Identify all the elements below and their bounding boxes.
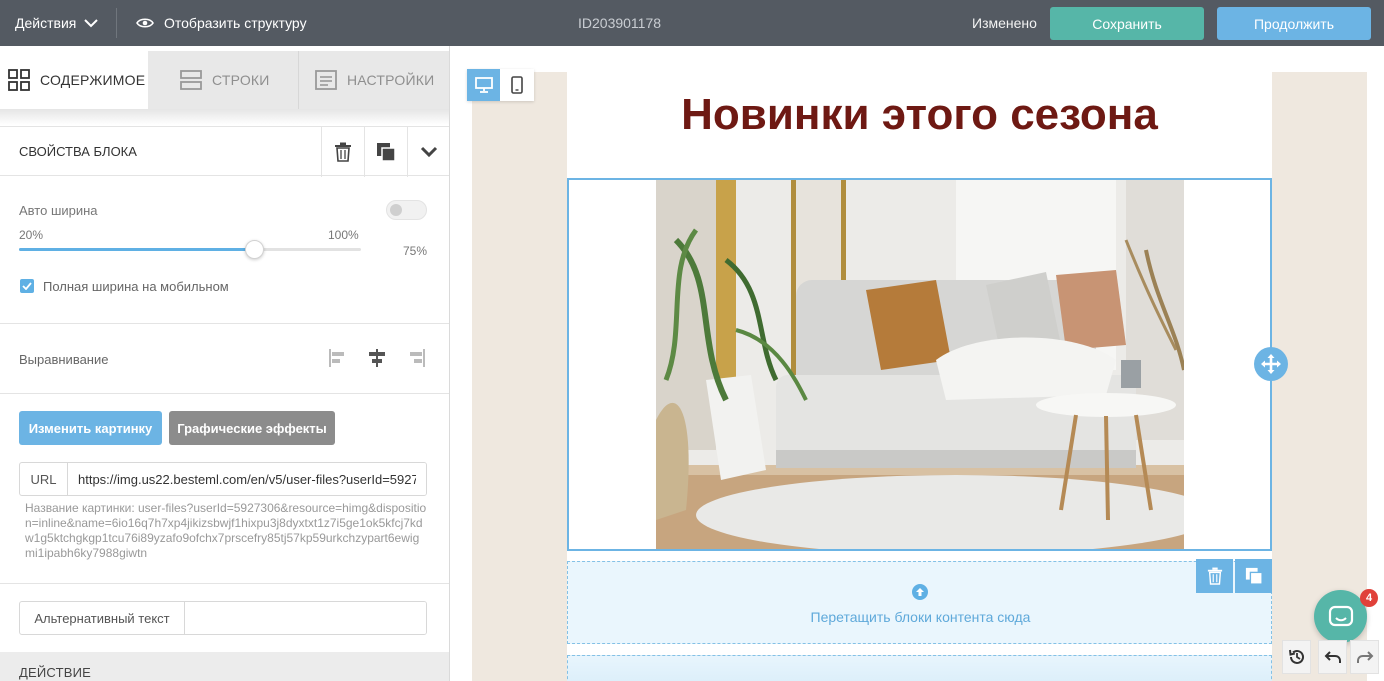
desktop-icon: [474, 77, 493, 93]
tabs-shadow: [0, 109, 449, 125]
undo-button[interactable]: [1318, 640, 1347, 674]
tab-settings[interactable]: НАСТРОЙКИ: [299, 51, 449, 109]
undo-icon: [1324, 651, 1341, 663]
redo-icon: [1356, 651, 1373, 663]
email-heading[interactable]: Новинки этого сезона: [567, 90, 1272, 140]
image-effects-button[interactable]: Графические эффекты: [169, 411, 335, 445]
save-status: Изменено: [972, 15, 1037, 31]
row-tools: [1196, 559, 1272, 593]
mobile-icon: [510, 76, 523, 94]
trash-icon: [335, 142, 351, 162]
check-icon: [22, 282, 32, 290]
toolbar-divider: [116, 8, 117, 38]
block-properties-title: СВОЙСТВА БЛОКА: [19, 144, 137, 159]
slider-value: 75%: [403, 244, 428, 258]
chevron-down-icon: [420, 146, 438, 158]
eye-icon: [136, 18, 154, 28]
delete-row-button[interactable]: [1196, 559, 1233, 593]
move-handle[interactable]: [1254, 347, 1288, 381]
duplicate-icon: [377, 143, 396, 162]
save-button[interactable]: Сохранить: [1050, 7, 1204, 40]
tab-settings-label: НАСТРОЙКИ: [347, 72, 435, 88]
move-arrows-icon: [1261, 354, 1281, 374]
image-block[interactable]: [567, 178, 1272, 551]
next-drop-zone[interactable]: [567, 655, 1272, 681]
auto-width-label: Авто ширина: [19, 203, 98, 218]
image-name-text: Название картинки: user-files?userId=592…: [25, 501, 427, 560]
alt-text-field: Альтернативный текст: [19, 601, 427, 635]
url-field: URL: [19, 462, 427, 496]
alt-text-input[interactable]: [185, 602, 426, 634]
delete-block-button[interactable]: [321, 127, 364, 177]
tab-rows-label: СТРОКИ: [212, 72, 270, 88]
slider-handle[interactable]: [245, 240, 264, 259]
email-body: Новинки этого сезона Перетащить блоки ко…: [567, 72, 1272, 681]
align-center-icon[interactable]: [366, 348, 388, 368]
mobile-view-button[interactable]: [500, 69, 533, 101]
align-right-icon[interactable]: [404, 348, 426, 368]
slider-fill: [19, 248, 254, 251]
slider-max-label: 100%: [328, 228, 359, 242]
history-button[interactable]: [1282, 640, 1311, 674]
duplicate-block-button[interactable]: [364, 127, 407, 177]
auto-width-toggle[interactable]: [386, 200, 427, 220]
section-divider: [0, 583, 449, 584]
alt-text-label: Альтернативный текст: [20, 602, 185, 634]
chat-notification-badge: 4: [1360, 589, 1378, 607]
tab-content-label: СОДЕРЖИМОЕ: [40, 72, 146, 88]
alignment-label: Выравнивание: [19, 352, 109, 367]
history-controls: [1282, 640, 1311, 674]
top-toolbar: Действия Отобразить структуру ID20390117…: [0, 0, 1384, 46]
history-icon: [1288, 649, 1304, 664]
properties-panel: СОДЕРЖИМОЕ СТРОКИ НАСТРОЙКИ СВОЙСТВА БЛО…: [0, 46, 450, 681]
alignment-options: [328, 348, 426, 368]
slider-min-label: 20%: [19, 228, 44, 242]
block-properties-header: СВОЙСТВА БЛОКА: [0, 126, 449, 177]
show-structure-button[interactable]: Отобразить структуру: [136, 0, 307, 46]
arrow-up-icon: [912, 584, 928, 600]
url-input[interactable]: [68, 463, 426, 495]
redo-button[interactable]: [1350, 640, 1379, 674]
url-label: URL: [20, 463, 68, 495]
drop-zone-text: Перетащить блоки контента сюда: [810, 609, 1031, 625]
living-room-image: [656, 180, 1184, 549]
document-id: ID203901178: [578, 15, 662, 31]
chevron-down-icon: [84, 19, 99, 28]
settings-icon: [315, 70, 337, 90]
section-divider: [0, 393, 449, 394]
action-section-header[interactable]: ДЕЙСТВИЕ: [0, 652, 449, 681]
continue-button[interactable]: Продолжить: [1217, 7, 1371, 40]
change-image-button[interactable]: Изменить картинку: [19, 411, 162, 445]
actions-menu[interactable]: Действия: [15, 0, 99, 46]
collapse-block-button[interactable]: [407, 127, 449, 177]
width-slider[interactable]: [19, 240, 361, 259]
tab-content[interactable]: СОДЕРЖИМОЕ: [0, 51, 148, 109]
full-width-mobile-checkbox[interactable]: [20, 279, 34, 293]
show-structure-label: Отобразить структуру: [164, 15, 307, 31]
desktop-view-button[interactable]: [467, 69, 500, 101]
duplicate-icon: [1245, 567, 1263, 585]
content-drop-zone[interactable]: Перетащить блоки контента сюда: [567, 561, 1272, 644]
duplicate-row-button[interactable]: [1235, 559, 1272, 593]
editor-canvas: Новинки этого сезона Перетащить блоки ко…: [450, 46, 1384, 681]
living-room-photo: [656, 180, 1184, 549]
device-preview-toggle: [467, 69, 534, 101]
actions-label: Действия: [15, 15, 77, 31]
full-width-mobile-label: Полная ширина на мобильном: [43, 279, 229, 294]
trash-icon: [1207, 567, 1222, 585]
action-section-title: ДЕЙСТВИЕ: [19, 665, 92, 680]
grid-icon: [8, 69, 30, 91]
chat-icon: [1328, 605, 1353, 626]
align-left-icon[interactable]: [328, 348, 350, 368]
panel-tabs: СОДЕРЖИМОЕ СТРОКИ НАСТРОЙКИ: [0, 51, 449, 109]
tab-rows[interactable]: СТРОКИ: [148, 51, 299, 109]
undo-redo-controls: [1318, 640, 1379, 674]
section-divider: [0, 323, 449, 324]
rows-icon: [180, 70, 202, 90]
